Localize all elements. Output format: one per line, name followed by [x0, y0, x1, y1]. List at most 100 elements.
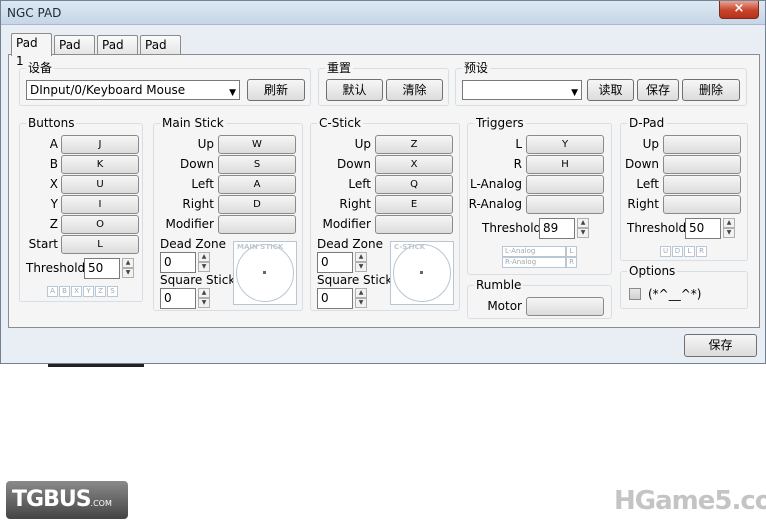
button-start-binding[interactable]: L	[61, 235, 139, 254]
c-down-binding[interactable]: X	[375, 155, 453, 174]
dpad-down-binding[interactable]	[663, 155, 741, 174]
main-stick-group: Main Stick Up W Down S Left A Right D Mo…	[153, 116, 303, 311]
spin-up-icon[interactable]: ▲	[355, 252, 367, 262]
divider	[48, 364, 144, 367]
dropdown-arrow-icon: ▼	[229, 88, 236, 98]
spin-up-icon[interactable]: ▲	[198, 252, 210, 262]
dpad-threshold-spinner[interactable]: ▲ ▼	[723, 218, 735, 239]
delete-preset-button[interactable]: 删除	[682, 79, 740, 101]
spin-up-icon[interactable]: ▲	[198, 288, 210, 298]
save-button[interactable]: 保存	[684, 334, 757, 357]
c-left-label: Left	[348, 177, 371, 191]
button-z-binding[interactable]: O	[61, 215, 139, 234]
trigger-r-binding[interactable]: H	[526, 155, 604, 174]
default-button[interactable]: 默认	[326, 79, 383, 101]
spin-down-icon[interactable]: ▼	[355, 298, 367, 308]
dpad-up-binding[interactable]	[663, 135, 741, 154]
dpad-right-binding[interactable]	[663, 195, 741, 214]
spin-down-icon[interactable]: ▼	[198, 262, 210, 272]
load-preset-button[interactable]: 读取	[587, 79, 634, 101]
spin-down-icon[interactable]: ▼	[723, 228, 735, 238]
spin-down-icon[interactable]: ▼	[198, 298, 210, 308]
tab-pad-4[interactable]: Pad 4	[140, 35, 181, 70]
button-y-binding[interactable]: I	[61, 195, 139, 214]
spin-down-icon[interactable]: ▼	[355, 262, 367, 272]
main-stick-group-title: Main Stick	[160, 116, 226, 130]
rumble-group-title: Rumble	[474, 278, 524, 292]
motor-binding[interactable]	[526, 297, 604, 316]
c-up-binding[interactable]: Z	[375, 135, 453, 154]
c-dead-zone-label: Dead Zone	[317, 237, 383, 251]
main-right-binding[interactable]: D	[218, 195, 296, 214]
spin-down-icon[interactable]: ▼	[122, 268, 134, 278]
c-right-binding[interactable]: E	[375, 195, 453, 214]
button-a-binding[interactable]: J	[61, 135, 139, 154]
triggers-threshold-label: Threshold	[482, 221, 542, 235]
tab-pad-2[interactable]: Pad 2	[54, 35, 95, 70]
trigger-r-analog-binding[interactable]	[526, 195, 604, 214]
c-modifier-binding[interactable]	[375, 215, 453, 234]
dpad-down-label: Down	[624, 157, 659, 171]
triggers-threshold-spinner[interactable]: ▲ ▼	[577, 218, 589, 239]
main-right-label: Right	[182, 197, 214, 211]
dpad-left-label: Left	[636, 177, 659, 191]
main-dead-zone-spinner[interactable]: ▲ ▼	[198, 252, 210, 273]
main-down-binding[interactable]: S	[218, 155, 296, 174]
spin-down-icon[interactable]: ▼	[577, 228, 589, 238]
main-modifier-binding[interactable]	[218, 215, 296, 234]
triggers-group: Triggers L Y R H L-Analog R-Analog Thres…	[467, 116, 612, 275]
refresh-button[interactable]: 刷新	[247, 79, 305, 101]
main-left-binding[interactable]: A	[218, 175, 296, 194]
triggers-threshold-input[interactable]: 89	[539, 218, 575, 239]
main-square-input[interactable]: 0	[160, 288, 196, 309]
buttons-threshold-spinner[interactable]: ▲ ▼	[122, 258, 134, 279]
c-square-spinner[interactable]: ▲ ▼	[355, 288, 367, 309]
dpad-threshold-label: Threshold	[627, 221, 687, 235]
button-x-binding[interactable]: U	[61, 175, 139, 194]
mini-indicator: X	[71, 286, 82, 297]
mini-indicator: D	[672, 246, 683, 257]
dpad-left-binding[interactable]	[663, 175, 741, 194]
trigger-l-binding[interactable]: Y	[526, 135, 604, 154]
device-select[interactable]: DInput/0/Keyboard Mouse ▼	[26, 80, 240, 100]
tab-pad-3[interactable]: Pad 3	[97, 35, 138, 70]
device-group: 设备 DInput/0/Keyboard Mouse ▼ 刷新	[19, 61, 311, 106]
button-b-binding[interactable]: K	[61, 155, 139, 174]
mini-indicator: S	[107, 286, 118, 297]
tgbus-watermark-text: TGBUS	[12, 487, 92, 512]
save-preset-button[interactable]: 保存	[637, 79, 679, 101]
close-button[interactable]: ×	[719, 1, 759, 19]
button-start-label: Start	[28, 237, 58, 251]
c-modifier-label: Modifier	[322, 217, 371, 231]
options-checkbox[interactable]	[629, 288, 641, 300]
preset-select[interactable]: ▼	[462, 80, 582, 100]
mini-indicator: U	[660, 246, 671, 257]
c-dead-zone-input[interactable]: 0	[317, 252, 353, 273]
main-stick-preview: MAIN STICK	[233, 241, 297, 305]
c-square-input[interactable]: 0	[317, 288, 353, 309]
mini-indicator: A	[47, 286, 58, 297]
button-b-label: B	[49, 157, 58, 171]
c-left-binding[interactable]: Q	[375, 175, 453, 194]
tab-pad-1[interactable]: Pad 1	[11, 33, 52, 68]
main-up-label: Up	[197, 137, 214, 151]
options-checkbox-label: (*^__^*)	[648, 287, 702, 301]
main-dead-zone-input[interactable]: 0	[160, 252, 196, 273]
main-square-spinner[interactable]: ▲ ▼	[198, 288, 210, 309]
spin-up-icon[interactable]: ▲	[355, 288, 367, 298]
main-up-binding[interactable]: W	[218, 135, 296, 154]
main-square-label: Square Stick	[160, 273, 236, 287]
spin-up-icon[interactable]: ▲	[723, 218, 735, 228]
buttons-threshold-input[interactable]: 50	[84, 258, 120, 279]
tgbus-watermark-logo: TGBUS.COM	[6, 481, 128, 519]
l-indicator: L	[566, 246, 577, 257]
spin-up-icon[interactable]: ▲	[577, 218, 589, 228]
trigger-l-label: L	[515, 137, 522, 151]
dpad-threshold-input[interactable]: 50	[685, 218, 721, 239]
trigger-l-analog-binding[interactable]	[526, 175, 604, 194]
clear-button[interactable]: 清除	[386, 79, 443, 101]
stick-position-dot	[420, 271, 423, 274]
spin-up-icon[interactable]: ▲	[122, 258, 134, 268]
c-dead-zone-spinner[interactable]: ▲ ▼	[355, 252, 367, 273]
dropdown-arrow-icon: ▼	[571, 88, 578, 98]
